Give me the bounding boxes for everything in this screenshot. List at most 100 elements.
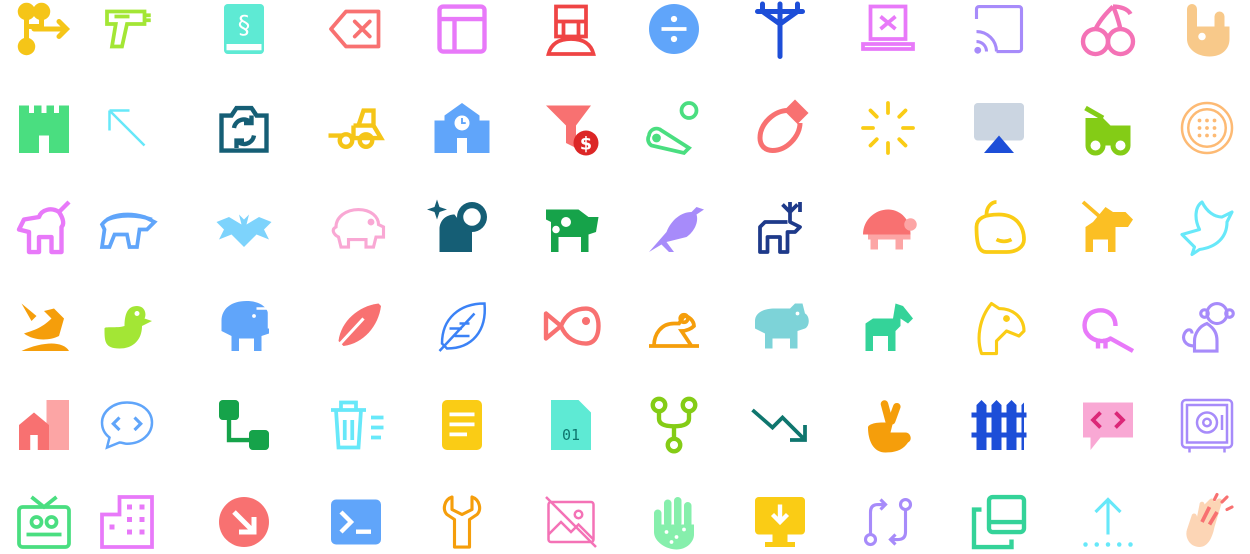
safe-icon-glyph <box>1180 398 1234 453</box>
meat-icon <box>748 96 812 160</box>
diagram-steps-icon <box>212 393 276 457</box>
dog-leashed-icon-glyph <box>1081 200 1133 252</box>
arrow-up-left-icon-glyph <box>108 109 146 147</box>
cow-icon <box>539 195 603 259</box>
arrows-repeat-icon-glyph <box>863 497 913 547</box>
pig-icon-glyph <box>331 207 386 249</box>
arrows-split-icon-glyph <box>17 2 71 56</box>
elephant-icon-glyph <box>221 301 271 351</box>
svg-text:01: 01 <box>562 426 580 444</box>
manhole-icon-glyph <box>1180 101 1234 155</box>
whale-icon <box>967 195 1031 259</box>
utility-pole-icon-glyph <box>755 1 805 59</box>
hands-clapping-icon-glyph <box>1186 492 1234 547</box>
pinball-icon-glyph <box>646 101 699 156</box>
svg-text:§: § <box>238 10 251 39</box>
comment-code-icon-glyph <box>1083 402 1133 450</box>
airplay-icon-glyph <box>974 103 1024 153</box>
layout-icon <box>430 0 494 61</box>
leaf-icon <box>430 294 494 358</box>
message-code-icon <box>95 393 159 457</box>
water-gun-icon <box>95 0 159 61</box>
horse-head-icon <box>967 294 1031 358</box>
clone-icon-glyph <box>971 494 1027 550</box>
camera-rotate-icon <box>212 96 276 160</box>
bounty-hunter-helmet-icon-glyph <box>546 4 596 56</box>
circle-arrow-down-right-icon <box>212 490 276 554</box>
city-icon <box>12 393 76 457</box>
frog-icon <box>642 294 706 358</box>
layout-icon-glyph <box>437 4 487 54</box>
trash-list-icon-glyph <box>331 400 384 450</box>
funnel-dollar-icon-glyph: $ <box>546 105 599 156</box>
comment-code-icon <box>1076 393 1140 457</box>
duck-icon <box>95 294 159 358</box>
sparkle-burst-icon-glyph <box>861 101 915 155</box>
fish-icon <box>539 294 603 358</box>
bulldozer-icon-glyph <box>328 108 385 149</box>
camera-rotate-icon-glyph <box>219 105 269 153</box>
terminal-icon <box>324 490 388 554</box>
clone-icon <box>967 490 1031 554</box>
dove-icon-glyph <box>1180 200 1234 257</box>
hand-rock-icon <box>1175 0 1239 61</box>
message-code-icon-glyph <box>100 401 154 450</box>
crow-icon-glyph <box>649 207 704 252</box>
deer-icon-glyph <box>758 202 802 254</box>
hand-fingers-crossed-icon-glyph <box>868 400 911 453</box>
turtle-icon <box>856 195 920 259</box>
laptop-off-icon <box>856 0 920 61</box>
unicorn-icon-glyph <box>16 200 71 255</box>
feather-icon <box>324 294 388 358</box>
arrows-repeat-icon <box>856 490 920 554</box>
code-fork-icon <box>642 393 706 457</box>
desktop-arrow-down-icon <box>748 490 812 554</box>
hand-rock-icon-glyph <box>1187 4 1230 57</box>
law-book-icon-glyph: § <box>224 4 264 54</box>
fence-icon-glyph <box>971 400 1027 450</box>
pig-icon <box>324 195 388 259</box>
file-binary-icon: 01 <box>539 393 603 457</box>
image-slash-icon-glyph <box>545 496 597 548</box>
circle-arrow-down-right-icon-glyph <box>219 497 269 547</box>
sparkle-burst-icon <box>856 96 920 160</box>
cow-icon-glyph <box>546 209 599 252</box>
airplay-icon <box>967 96 1031 160</box>
hand-dots-icon <box>642 490 706 554</box>
bat-icon-glyph <box>216 214 272 247</box>
tv-retro-icon-glyph <box>17 495 71 549</box>
funnel-dollar-icon: $ <box>539 96 603 160</box>
divide-icon <box>642 0 706 61</box>
dove-icon <box>1175 195 1239 259</box>
fence-icon <box>967 393 1031 457</box>
file-binary-icon-glyph: 01 <box>551 400 591 450</box>
tow-truck-icon-glyph <box>1084 105 1131 156</box>
tv-retro-icon <box>12 490 76 554</box>
deer-icon <box>748 195 812 259</box>
school-icon-glyph <box>434 103 490 153</box>
safe-icon <box>1175 393 1239 457</box>
unicorn-icon <box>12 195 76 259</box>
monkey-icon <box>1175 294 1239 358</box>
honey-badger-icon <box>95 195 159 259</box>
cast-icon-glyph <box>974 4 1024 54</box>
file-lines-icon-glyph <box>442 400 482 450</box>
crow-icon <box>642 195 706 259</box>
city-icon-glyph <box>19 400 69 450</box>
dog-leashed-icon <box>1076 195 1140 259</box>
horse-icon-glyph <box>865 303 913 351</box>
hippo-icon-glyph <box>755 303 809 349</box>
image-slash-icon <box>539 490 603 554</box>
monkey-icon-glyph <box>1182 301 1235 353</box>
arrow-up-from-dotted-line-icon <box>1076 490 1140 554</box>
diagram-steps-icon-glyph <box>219 400 269 450</box>
trash-list-icon <box>324 393 388 457</box>
backspace-icon-glyph <box>329 9 381 49</box>
cast-icon <box>967 0 1031 61</box>
file-lines-icon <box>430 393 494 457</box>
whale-icon-glyph <box>974 200 1026 254</box>
desktop-arrow-down-icon-glyph <box>755 497 805 547</box>
kiwi-bird-icon <box>1076 294 1140 358</box>
arrow-up-left-icon <box>95 96 159 160</box>
hand-dots-icon-glyph <box>654 497 694 550</box>
